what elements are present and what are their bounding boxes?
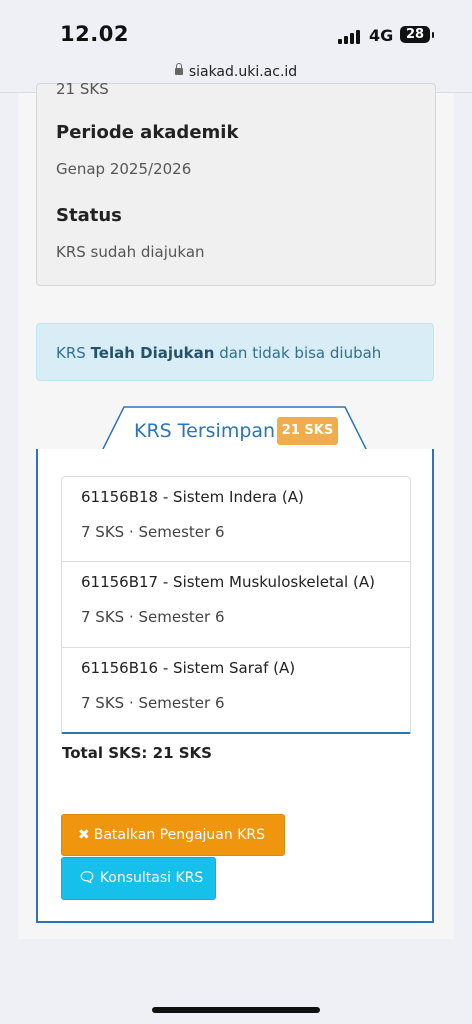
chat-icon: 🗨	[78, 870, 96, 886]
course-list: 61156B18 - Sistem Indera (A) 7 SKS · Sem…	[61, 476, 411, 734]
close-icon: ✖	[78, 827, 90, 843]
submitted-alert: KRS Telah Diajukan dan tidak bisa diubah	[36, 323, 434, 381]
cancel-button-label: Batalkan Pengajuan KRS	[93, 827, 265, 843]
lock-icon	[174, 62, 183, 75]
course-name: 61156B17 - Sistem Muskuloskeletal (A)	[81, 573, 375, 591]
page-content: 21 SKS Periode akademik Genap 2025/2026 …	[18, 80, 454, 939]
consult-krs-button[interactable]: 🗨 Konsultasi KRS	[61, 857, 216, 900]
total-sks: Total SKS: 21 SKS	[62, 744, 212, 762]
battery-icon: 28	[400, 26, 434, 43]
course-meta: 7 SKS · Semester 6	[81, 694, 225, 712]
signal-icon	[338, 28, 362, 44]
periode-label: Periode akademik	[56, 122, 239, 143]
course-meta: 7 SKS · Semester 6	[81, 608, 225, 626]
cancel-submission-button[interactable]: ✖ Batalkan Pengajuan KRS	[61, 814, 285, 856]
home-indicator[interactable]	[152, 1007, 320, 1013]
clock: 12.02	[60, 22, 129, 46]
alert-text: KRS Telah Diajukan dan tidak bisa diubah	[56, 344, 382, 362]
sks-badge: 21 SKS	[277, 417, 338, 445]
network-type: 4G	[369, 26, 394, 45]
status-label: Status	[56, 205, 122, 226]
status-value: KRS sudah diajukan	[56, 243, 205, 261]
krs-info-card: 21 SKS Periode akademik Genap 2025/2026 …	[36, 80, 436, 286]
status-bar: 12.02 4G 28	[0, 0, 472, 56]
course-name: 61156B16 - Sistem Saraf (A)	[81, 659, 296, 677]
url-display[interactable]: siakad.uki.ac.id	[0, 62, 472, 80]
url-text: siakad.uki.ac.id	[188, 64, 298, 80]
krs-tab-title[interactable]: KRS Tersimpan	[134, 420, 275, 442]
course-name: 61156B18 - Sistem Indera (A)	[81, 488, 304, 506]
course-meta: 7 SKS · Semester 6	[81, 523, 225, 541]
sks-value: 21 SKS	[56, 80, 109, 98]
periode-value: Genap 2025/2026	[56, 160, 192, 178]
list-item: 61156B18 - Sistem Indera (A) 7 SKS · Sem…	[61, 476, 411, 562]
consult-button-label: Konsultasi KRS	[99, 870, 204, 886]
list-item: 61156B16 - Sistem Saraf (A) 7 SKS · Seme…	[61, 648, 411, 734]
list-item: 61156B17 - Sistem Muskuloskeletal (A) 7 …	[61, 562, 411, 648]
